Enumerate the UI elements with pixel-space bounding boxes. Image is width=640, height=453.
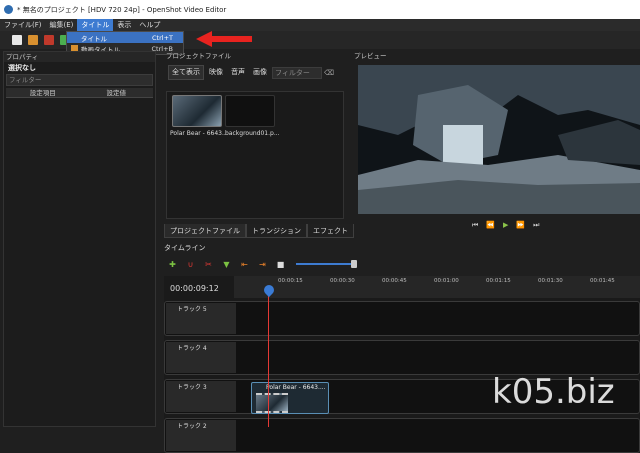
fast-forward-icon[interactable]: ⏩ (516, 221, 525, 229)
properties-col-name: 設定項目 (29, 89, 56, 97)
filter-tab-image[interactable]: 画像 (250, 66, 270, 79)
rewind-icon[interactable]: ⏪ (486, 221, 495, 229)
properties-table-header: 設定項目 設定値 (6, 88, 153, 98)
timeline-clip-polar-bear[interactable]: Polar Bear - 6643.... (251, 382, 329, 414)
window-titlebar: * 無名のプロジェクト [HDV 720 24p] - OpenShot Vid… (0, 0, 640, 19)
clear-filter-icon[interactable]: ⌫ (324, 68, 334, 78)
track-label: トラック 2 (177, 423, 207, 430)
track-label: トラック 4 (177, 345, 207, 352)
filter-tab-all[interactable]: 全て表示 (168, 65, 204, 80)
play-icon[interactable]: ▶ (503, 221, 508, 229)
clip-thumbnail (256, 393, 288, 413)
playhead-line[interactable] (268, 286, 269, 427)
site-watermark: k05.biz (492, 372, 615, 412)
video-preview (358, 65, 640, 214)
timeline-current-time: 00:00:09:12 (170, 284, 219, 293)
properties-selection: 選択なし (8, 64, 36, 72)
properties-col-value: 設定値 (106, 89, 127, 97)
tick-label: 00:00:45 (382, 278, 407, 284)
jump-start-icon[interactable]: ⏮ (472, 221, 478, 230)
menu-edit[interactable]: 編集(E) (46, 19, 78, 31)
project-files-filter-input[interactable]: フィルター (272, 66, 322, 79)
timeline-toolbar: ✚ ∪ ✂ ▼ ⇤ ⇥ ■ (164, 256, 640, 272)
save-project-icon[interactable] (44, 35, 54, 45)
jump-end-icon[interactable]: ⏭ (533, 221, 539, 230)
filter-tab-video[interactable]: 映像 (206, 66, 226, 79)
tick-label: 00:00:30 (330, 278, 355, 284)
dock-tabs: プロジェクトファイル トランジション エフェクト (164, 224, 354, 238)
menubar: ファイル(F) 編集(E) タイトル 表示 ヘルプ (0, 19, 640, 31)
file-label-background: background01.p... (225, 130, 280, 137)
project-files-title: プロジェクトファイル (166, 52, 231, 60)
properties-filter-input[interactable]: フィルター (6, 74, 153, 86)
zoom-slider[interactable] (296, 260, 357, 268)
menu-item-title-label: タイトル (81, 34, 107, 43)
next-marker-icon[interactable]: ⇥ (258, 260, 267, 269)
clip-label: Polar Bear - 6643.... (266, 384, 326, 391)
open-project-icon[interactable] (28, 35, 38, 45)
tab-transitions[interactable]: トランジション (246, 224, 307, 238)
new-project-icon[interactable] (12, 35, 22, 45)
filter-tab-audio[interactable]: 音声 (228, 66, 248, 79)
track-2[interactable]: トラック 2 (164, 418, 640, 453)
file-thumbnail-background[interactable] (225, 95, 275, 127)
track-label: トラック 5 (177, 306, 207, 313)
project-files-panel: プロジェクトファイル 全て表示 映像 音声 画像 フィルター ⌫ Polar B… (164, 51, 346, 223)
previous-marker-icon[interactable]: ⇤ (240, 260, 249, 269)
add-track-icon[interactable]: ✚ (168, 260, 177, 269)
tick-label: 00:01:30 (538, 278, 563, 284)
track-4[interactable]: トラック 4 (164, 340, 640, 375)
menu-file[interactable]: ファイル(F) (0, 19, 46, 31)
tab-effects[interactable]: エフェクト (307, 224, 354, 238)
project-files-filter-tabs: 全て表示 映像 音声 画像 フィルター ⌫ (164, 65, 346, 80)
preview-title: プレビュー (354, 52, 387, 60)
tick-label: 00:01:45 (590, 278, 615, 284)
openshot-app-icon (4, 5, 13, 14)
menu-help[interactable]: ヘルプ (135, 19, 164, 31)
zoom-slider-handle[interactable] (351, 260, 357, 268)
razor-icon[interactable]: ✂ (204, 260, 213, 269)
add-marker-icon[interactable]: ▼ (222, 260, 231, 269)
playback-controls: ⏮ ⏪ ▶ ⏩ ⏭ (472, 219, 592, 231)
properties-panel: プロパティ 選択なし フィルター 設定項目 設定値 (3, 51, 156, 427)
file-thumbnail-polar-bear[interactable] (172, 95, 222, 127)
tab-project-files[interactable]: プロジェクトファイル (164, 224, 246, 238)
snapping-magnet-icon[interactable]: ∪ (186, 260, 195, 269)
tick-label: 00:01:00 (434, 278, 459, 284)
preview-frame-image (358, 65, 640, 214)
preview-panel: プレビュー ⏮ ⏪ ▶ ⏩ ⏭ (352, 51, 640, 243)
track-label: トラック 3 (177, 384, 207, 391)
timeline-ruler[interactable]: 00:00:15 00:00:30 00:00:45 00:01:00 00:0… (234, 276, 640, 298)
timeline-title: タイムライン (164, 244, 206, 252)
project-files-list: Polar Bear - 6643... background01.p... (166, 91, 344, 219)
menu-item-title[interactable]: タイトル Ctrl+T (67, 32, 183, 43)
red-arrow-icon (196, 31, 252, 47)
file-label-polar-bear: Polar Bear - 6643... (170, 130, 226, 137)
tick-label: 00:01:15 (486, 278, 511, 284)
menu-title[interactable]: タイトル (77, 19, 114, 31)
track-5[interactable]: トラック 5 (164, 301, 640, 336)
window-title: * 無名のプロジェクト [HDV 720 24p] - OpenShot Vid… (17, 5, 227, 14)
center-timeline-icon[interactable]: ■ (276, 260, 285, 269)
tick-label: 00:00:15 (278, 278, 303, 284)
properties-title: プロパティ (4, 52, 155, 62)
menu-item-title-shortcut: Ctrl+T (152, 33, 173, 42)
menu-view[interactable]: 表示 (113, 19, 135, 31)
